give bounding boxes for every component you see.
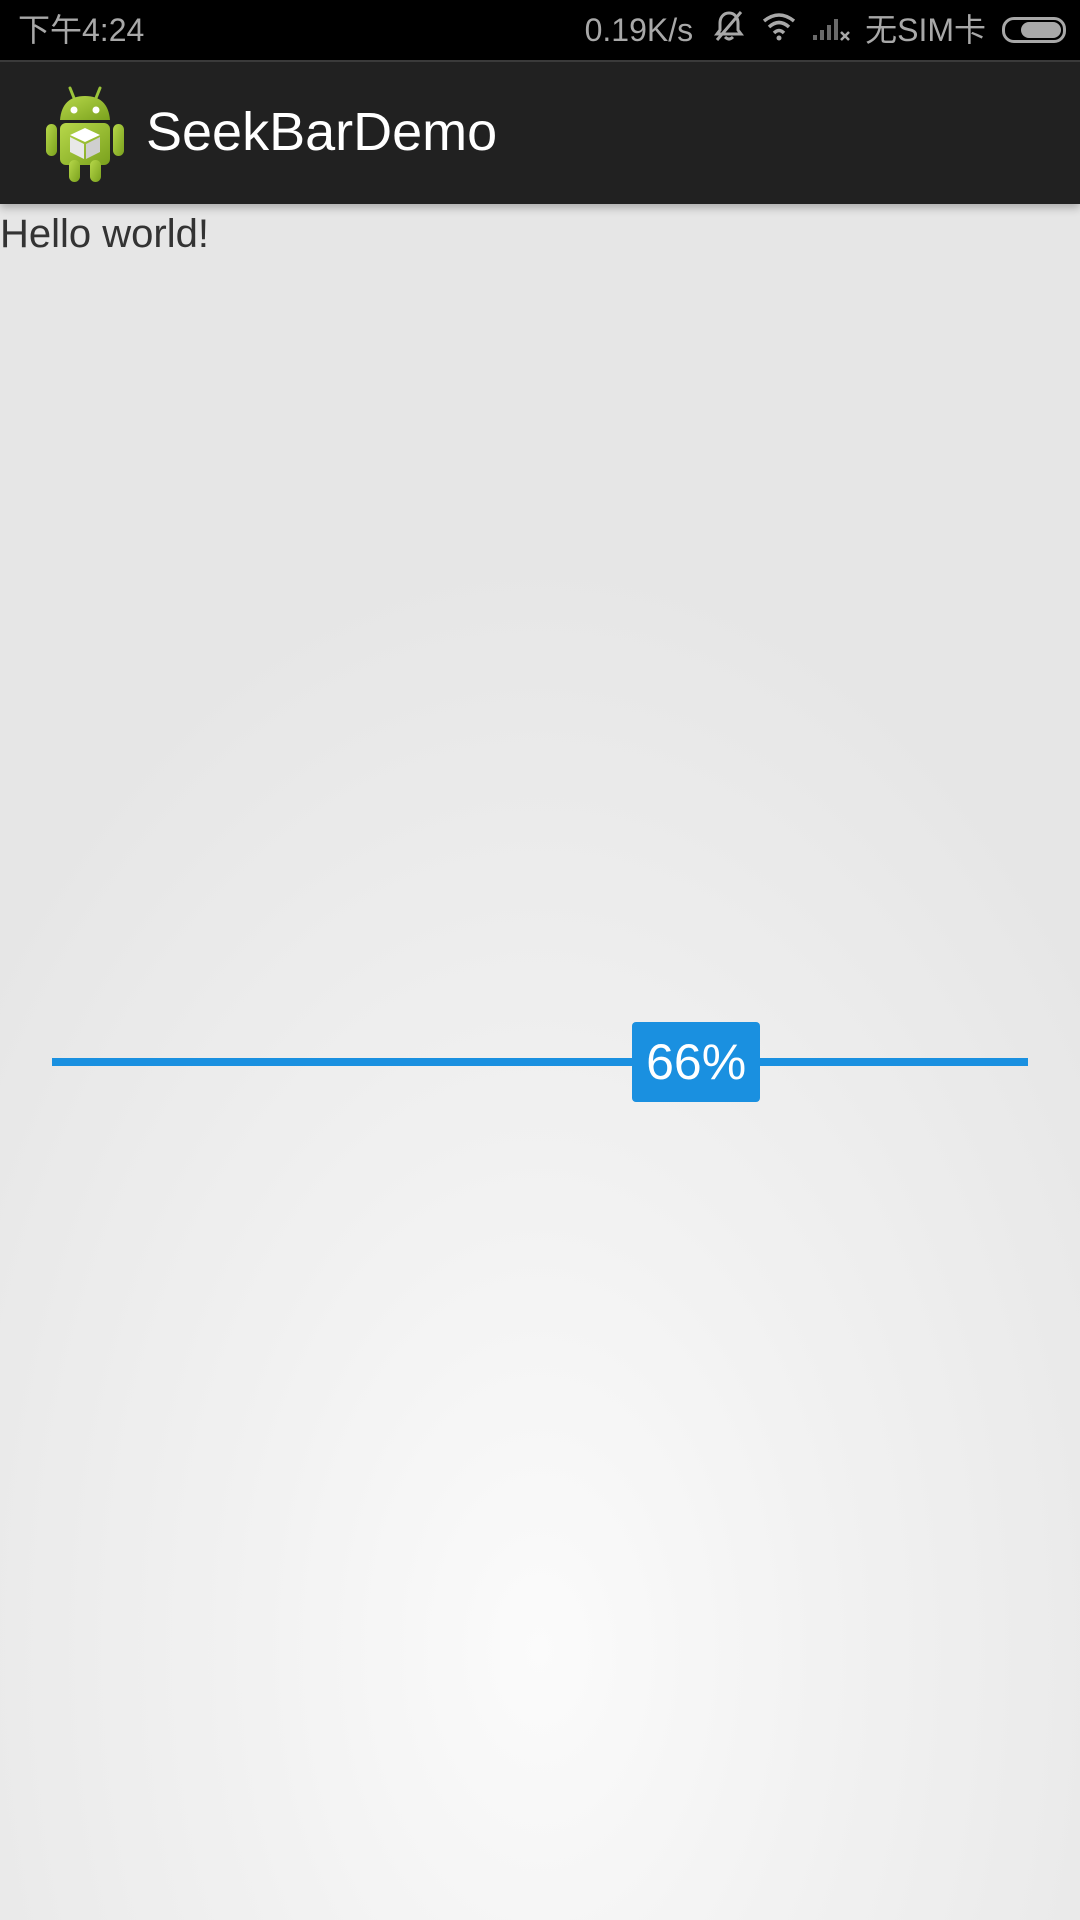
- seekbar[interactable]: 66%: [52, 1022, 1028, 1102]
- no-signal-icon: [811, 11, 851, 49]
- status-bar: 下午4:24 0.19K/s 无SIM卡: [0, 0, 1080, 60]
- status-time: 下午4:24: [18, 12, 145, 48]
- screen: 下午4:24 0.19K/s 无SIM卡 SeekBarDemo Hello w…: [0, 0, 1080, 1920]
- app-title: SeekBarDemo: [146, 102, 498, 162]
- seekbar-track[interactable]: [52, 1058, 1028, 1066]
- seekbar-thumb[interactable]: 66%: [632, 1022, 761, 1102]
- battery-level: [1020, 22, 1061, 38]
- sim-status: 无SIM卡: [865, 12, 986, 48]
- android-app-icon[interactable]: [40, 84, 130, 184]
- hello-text: Hello world!: [0, 212, 209, 256]
- muted-bell-icon: [711, 8, 747, 52]
- action-bar: SeekBarDemo: [0, 60, 1080, 204]
- battery-icon: [1002, 17, 1066, 43]
- status-indicators: 0.19K/s 无SIM卡: [585, 10, 1066, 50]
- wifi-icon: [761, 11, 797, 49]
- network-speed: 0.19K/s: [584, 12, 694, 48]
